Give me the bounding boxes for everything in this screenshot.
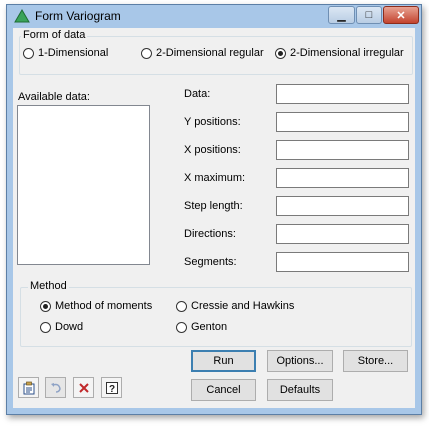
help-icon: ? xyxy=(105,381,118,395)
x-maximum-label: X maximum: xyxy=(184,172,246,184)
x-maximum-field[interactable] xyxy=(276,168,409,188)
directions-field[interactable] xyxy=(276,224,409,244)
radio-indicator xyxy=(176,300,187,312)
radio-indicator-selected xyxy=(275,47,286,59)
data-label: Data: xyxy=(184,88,211,100)
radio-label: Genton xyxy=(191,321,228,333)
copy-to-clipboard-button[interactable] xyxy=(18,377,39,398)
radio-label: 1-Dimensional xyxy=(38,47,109,59)
radio-label: 2-Dimensional regular xyxy=(156,47,264,59)
svg-text:?: ? xyxy=(108,384,114,395)
radio-label: Dowd xyxy=(55,321,84,333)
radio-indicator xyxy=(176,321,187,333)
maximize-icon: □ xyxy=(365,9,373,21)
app-icon xyxy=(14,9,30,23)
cancel-button[interactable]: Cancel xyxy=(191,379,256,401)
available-data-list[interactable] xyxy=(17,105,150,265)
x-positions-label: X positions: xyxy=(184,144,241,156)
maximize-button[interactable]: □ xyxy=(356,6,382,24)
store-button[interactable]: Store... xyxy=(343,350,408,372)
minimize-button[interactable]: ▁ xyxy=(328,6,355,24)
restore-button[interactable] xyxy=(45,377,66,398)
defaults-button[interactable]: Defaults xyxy=(267,379,333,401)
data-field[interactable] xyxy=(276,84,409,104)
radio-indicator xyxy=(23,47,34,59)
method-legend: Method xyxy=(28,280,69,292)
available-data-label: Available data: xyxy=(18,91,90,103)
minimize-icon: ▁ xyxy=(337,9,346,22)
radio-method-of-moments[interactable]: Method of moments xyxy=(40,300,152,312)
x-positions-field[interactable] xyxy=(276,140,409,160)
radio-label: Method of moments xyxy=(55,300,153,312)
radio-indicator-selected xyxy=(40,300,51,312)
radio-genton[interactable]: Genton xyxy=(176,321,227,333)
radio-indicator xyxy=(40,321,51,333)
run-button[interactable]: Run xyxy=(191,350,256,372)
help-button[interactable]: ? xyxy=(101,377,122,398)
undo-icon xyxy=(50,382,61,393)
step-length-field[interactable] xyxy=(276,196,409,216)
radio-label: 2-Dimensional irregular xyxy=(290,47,404,59)
directions-label: Directions: xyxy=(184,228,236,240)
radio-label: Cressie and Hawkins xyxy=(191,300,295,312)
radio-dowd[interactable]: Dowd xyxy=(40,321,83,333)
segments-field[interactable] xyxy=(276,252,409,272)
close-button[interactable]: ✕ xyxy=(383,6,419,24)
step-length-label: Step length: xyxy=(184,200,243,212)
dialog-body: Form of data 1-Dimensional 2-Dimensional… xyxy=(13,28,415,408)
y-positions-label: Y positions: xyxy=(184,116,241,128)
form-of-data-legend: Form of data xyxy=(21,29,88,41)
options-button[interactable]: Options... xyxy=(267,350,333,372)
radio-2-dimensional-irregular[interactable]: 2-Dimensional irregular xyxy=(275,47,404,59)
clipboard-icon xyxy=(23,381,34,394)
window-title: Form Variogram xyxy=(35,9,121,23)
radio-indicator xyxy=(141,47,152,59)
radio-2-dimensional-regular[interactable]: 2-Dimensional regular xyxy=(141,47,264,59)
y-positions-field[interactable] xyxy=(276,112,409,132)
dialog-window: Form Variogram ▁ □ ✕ Form of data 1-Dime… xyxy=(6,4,422,415)
title-bar[interactable]: Form Variogram ▁ □ ✕ xyxy=(7,5,421,27)
method-group xyxy=(20,287,412,347)
segments-label: Segments: xyxy=(184,256,237,268)
clear-button[interactable] xyxy=(73,377,94,398)
clear-icon xyxy=(78,382,89,393)
radio-cressie-and-hawkins[interactable]: Cressie and Hawkins xyxy=(176,300,294,312)
radio-1-dimensional[interactable]: 1-Dimensional xyxy=(23,47,108,59)
close-icon: ✕ xyxy=(396,9,406,22)
